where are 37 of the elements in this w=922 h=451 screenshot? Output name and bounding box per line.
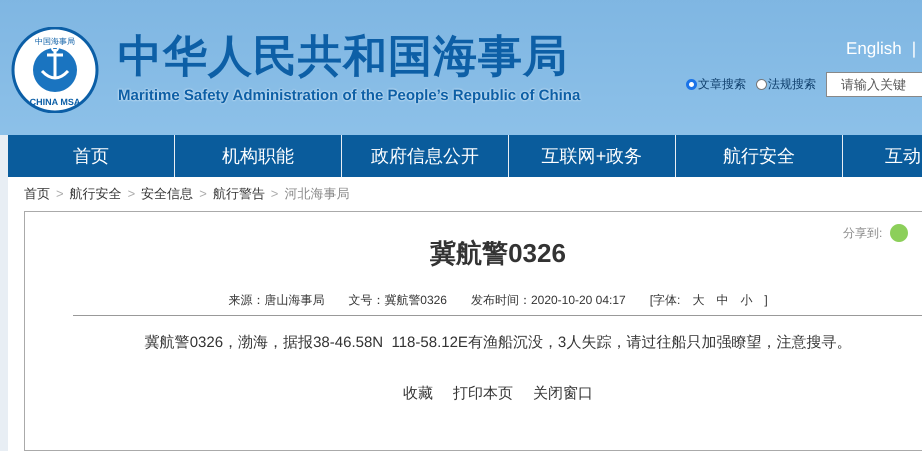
site-title: 中华人民共和国海事局	[118, 31, 569, 83]
nav-item[interactable]: 航行安全	[676, 135, 842, 177]
radio-button[interactable]	[686, 78, 697, 90]
radio-button[interactable]	[756, 78, 767, 90]
bracket: ]	[764, 292, 768, 309]
font-size-option[interactable]: 中	[716, 291, 728, 309]
action-link[interactable]: 关闭窗口	[533, 382, 593, 405]
nav-item[interactable]: 互动	[843, 135, 922, 177]
nav-item[interactable]: 首页	[8, 135, 174, 177]
meta-text: 发布时间：2020-10-20 04:17	[470, 292, 626, 309]
font-size-option[interactable]: 小	[740, 291, 752, 309]
meta-text: 文号：冀航警0326	[348, 292, 447, 309]
font-size-label: [字体:	[650, 292, 680, 309]
site-subtitle: Maritime Safety Administration of the People’s Republic of China	[118, 86, 580, 106]
nav-item[interactable]: 机构职能	[175, 135, 341, 177]
breadcrumb-link[interactable]: 首页	[24, 184, 50, 204]
share-label: 分享到:	[843, 225, 882, 242]
breadcrumb-separator: >	[270, 185, 278, 204]
font-size-option[interactable]: 大	[692, 291, 704, 309]
action-link[interactable]: 收藏	[403, 382, 433, 405]
breadcrumb-link[interactable]: 航行安全	[70, 184, 122, 204]
search-field[interactable]: 请输入关键	[826, 72, 922, 96]
meta-text: 来源：唐山海事局	[228, 292, 324, 309]
breadcrumb-separator: >	[56, 185, 64, 204]
breadcrumb-separator: >	[128, 185, 136, 204]
breadcrumb-link[interactable]: 航行警告	[212, 184, 265, 204]
breadcrumb-link[interactable]: 河北海事局	[284, 184, 350, 204]
radio-label: 法规搜索	[768, 76, 816, 93]
nav-item[interactable]: 互联网+政务	[509, 135, 675, 177]
breadcrumb-link[interactable]: 安全信息	[141, 184, 194, 204]
nav-item[interactable]: 政府信息公开	[342, 135, 508, 177]
breadcrumb-separator: >	[199, 185, 207, 204]
separator: |	[912, 38, 916, 60]
article-title: 冀航警0326	[430, 237, 566, 270]
action-link[interactable]: 打印本页	[453, 382, 513, 405]
article-body: 冀航警0326，渤海，据报38-46.58N 118-58.12E有渔船沉没，3人失踪，请过往船只加强瞭望，注意搜寻。	[144, 333, 852, 353]
radio-label: 文章搜索	[698, 76, 746, 93]
